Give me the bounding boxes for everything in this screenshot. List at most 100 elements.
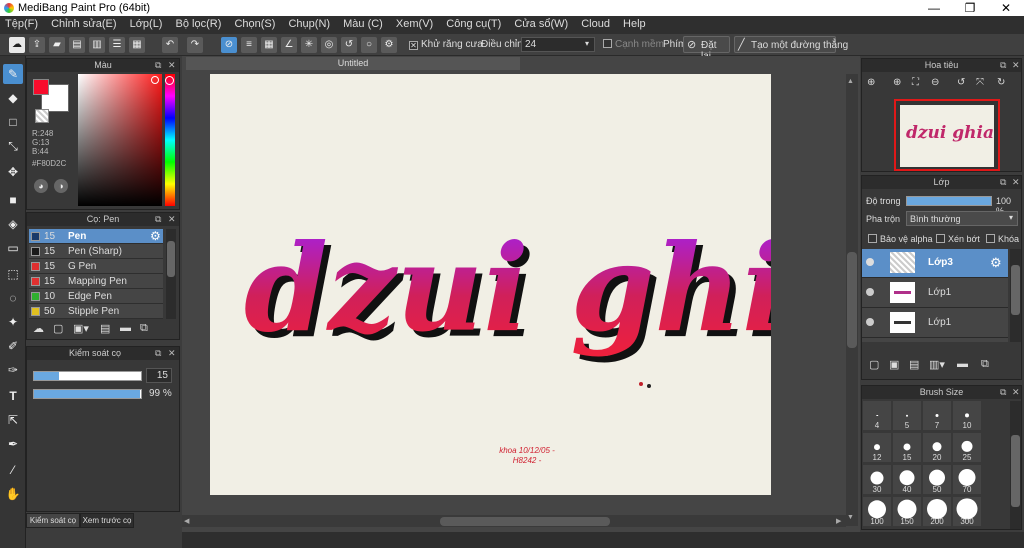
scroll-up-icon[interactable]: ▲	[847, 78, 854, 85]
message-icon[interactable]: ▤	[69, 37, 85, 53]
brush-size-value[interactable]: 15	[146, 368, 172, 383]
close-icon[interactable]: ✕	[1012, 59, 1020, 72]
blend-select[interactable]: Bình thường ▾	[906, 211, 1018, 226]
concentric-snap-icon[interactable]: ◎	[321, 37, 337, 53]
menu-file[interactable]: Tệp(F)	[0, 16, 43, 32]
brush-size-cell[interactable]: 15	[893, 433, 921, 462]
brush-settings-icon[interactable]: ▤	[100, 322, 110, 335]
reset-button[interactable]: ⊘ Đặt lại	[683, 36, 730, 62]
fill-rect-tool-icon[interactable]: ■	[3, 190, 23, 210]
close-icon[interactable]: ✕	[168, 59, 176, 72]
straight-line-button[interactable]: ╱ Tạo một đường thẳng	[734, 36, 848, 53]
menu-view[interactable]: Xem(V)	[391, 16, 438, 32]
menu-snap[interactable]: Chụp(N)	[283, 16, 335, 32]
layer-row[interactable]: Lớp1	[862, 279, 1008, 308]
page-icon[interactable]: ▥	[89, 37, 105, 53]
hand-tool-icon[interactable]: ✋	[3, 484, 23, 504]
undock-icon[interactable]: ⧉	[1000, 59, 1006, 72]
gear-icon[interactable]: ⚙	[990, 255, 1002, 271]
menu-layer[interactable]: Lớp(L)	[125, 16, 168, 32]
adjust-select[interactable]: 24 ▾	[521, 37, 595, 52]
lasso-tool-icon[interactable]: ◌	[3, 288, 23, 308]
magic-wand-tool-icon[interactable]: ✦	[3, 312, 23, 332]
folder-icon[interactable]: ▬	[957, 358, 968, 370]
brush-size-slider[interactable]	[33, 371, 142, 381]
brush-size-cell[interactable]: 12	[863, 433, 891, 462]
layer-opacity-slider[interactable]	[906, 196, 992, 206]
brush-size-cell[interactable]: 20	[923, 433, 951, 462]
brush-size-cell[interactable]: 25	[953, 433, 981, 462]
folder-icon[interactable]: ▬	[120, 322, 131, 334]
brush-size-cell[interactable]: 7	[923, 401, 951, 430]
add-brush-icon[interactable]: ▣▾	[73, 322, 89, 335]
flip-icon[interactable]: ⤧	[976, 77, 984, 88]
ellipse-snap-icon[interactable]: ○	[361, 37, 377, 53]
scroll-down-icon[interactable]: ▼	[847, 514, 854, 521]
parallel-snap-icon[interactable]: ≡	[241, 37, 257, 53]
snap-settings-icon[interactable]: ⚙	[381, 37, 397, 53]
text-tool-icon[interactable]: T	[3, 386, 23, 406]
brush-list-item[interactable]: 15 Mapping Pen	[29, 274, 163, 289]
zoom-in-icon[interactable]: ⊕	[867, 77, 875, 88]
transparent-swatch[interactable]	[35, 109, 49, 123]
menu-select[interactable]: Chọn(S)	[229, 16, 280, 32]
grid-snap-icon[interactable]: ▦	[261, 37, 277, 53]
menu-cloud[interactable]: Cloud	[576, 16, 615, 32]
select-pen-tool-icon[interactable]: ✐	[3, 336, 23, 356]
new-brush-icon[interactable]: ▢	[53, 322, 63, 335]
move-tool-icon[interactable]: ✥	[3, 162, 23, 182]
canvas-paper[interactable]: dzui ghia dzui ghia khoa 10/12/05 - H824…	[210, 74, 871, 495]
angle-snap-icon[interactable]: ∠	[281, 37, 297, 53]
maximize-button[interactable]: ❐	[952, 0, 988, 16]
brush-size-cell[interactable]: 4	[863, 401, 891, 430]
brush-size-scrollbar[interactable]	[1010, 401, 1021, 529]
curve-snap-icon[interactable]: ↺	[341, 37, 357, 53]
tab-brush-preview[interactable]: Xem trước cọ	[80, 513, 134, 528]
brush-size-cell[interactable]: 10	[953, 401, 981, 430]
brush-tool-icon[interactable]: ✎	[3, 64, 23, 84]
hue-slider[interactable]	[165, 74, 175, 206]
close-icon[interactable]: ✕	[168, 213, 176, 226]
navigator-preview[interactable]: dzui ghia	[894, 99, 1000, 171]
select-eraser-tool-icon[interactable]: ✑	[3, 360, 23, 380]
palette-icon[interactable]: ◕	[34, 179, 48, 193]
layer-row[interactable]: Lớp1	[862, 309, 1008, 338]
brush-size-cell[interactable]: 40	[893, 465, 921, 494]
eye-icon[interactable]	[866, 318, 874, 326]
document-tab[interactable]: Untitled	[186, 57, 520, 70]
scroll-left-icon[interactable]: ◀	[184, 517, 189, 525]
brush-size-cell[interactable]: 300	[953, 497, 981, 526]
eyedropper-tool-icon[interactable]: ⁄	[3, 460, 23, 480]
menu-help[interactable]: Help	[618, 16, 651, 32]
gear-icon[interactable]: ⚙	[150, 229, 161, 243]
undo-icon[interactable]: ↶	[162, 37, 178, 53]
tab-brush-control[interactable]: Kiểm soát cọ	[26, 513, 80, 528]
new-8bit-layer-icon[interactable]: ▤	[909, 358, 919, 371]
close-button[interactable]: ✕	[988, 0, 1024, 16]
comment-icon[interactable]: ▰	[49, 37, 65, 53]
layer-row[interactable]: Lớp3 ⚙	[862, 249, 1008, 278]
scroll-right-icon[interactable]: ▶	[836, 517, 841, 525]
menu-edit[interactable]: Chỉnh sửa(E)	[46, 16, 121, 32]
soft-edge-checkbox[interactable]: Cạnh mềm	[603, 39, 664, 50]
layer-scrollbar[interactable]	[1010, 249, 1021, 342]
add-layer-menu-icon[interactable]: ▥▾	[929, 358, 945, 371]
brush-list-scrollbar[interactable]	[166, 229, 176, 319]
horizontal-scrollbar[interactable]: ◀ ▶	[182, 515, 846, 527]
menu-window[interactable]: Cửa sổ(W)	[509, 16, 573, 32]
close-icon[interactable]: ✕	[1012, 176, 1020, 189]
brush-cloud-icon[interactable]: ☁	[33, 322, 44, 335]
protect-alpha-checkbox[interactable]: Bảo vệ alpha	[868, 234, 933, 244]
brush-size-cell[interactable]: 200	[923, 497, 951, 526]
rotate-right-icon[interactable]: ↻	[997, 77, 1005, 88]
eraser-tool-icon[interactable]: ◆	[3, 88, 23, 108]
close-icon[interactable]: ✕	[168, 347, 176, 360]
brush-size-cell[interactable]: 5	[893, 401, 921, 430]
brush-list-item[interactable]: 10 Edge Pen	[29, 289, 163, 304]
brush-list-item[interactable]: 50 Stipple Pen	[29, 304, 163, 319]
select-tool-icon[interactable]: ⬚	[3, 264, 23, 284]
brush-list-item[interactable]: 15 G Pen	[29, 259, 163, 274]
undock-icon[interactable]: ⧉	[1000, 386, 1006, 399]
divide-tool-icon[interactable]: ✒	[3, 434, 23, 454]
new-halftone-layer-icon[interactable]: ▣	[889, 358, 899, 371]
